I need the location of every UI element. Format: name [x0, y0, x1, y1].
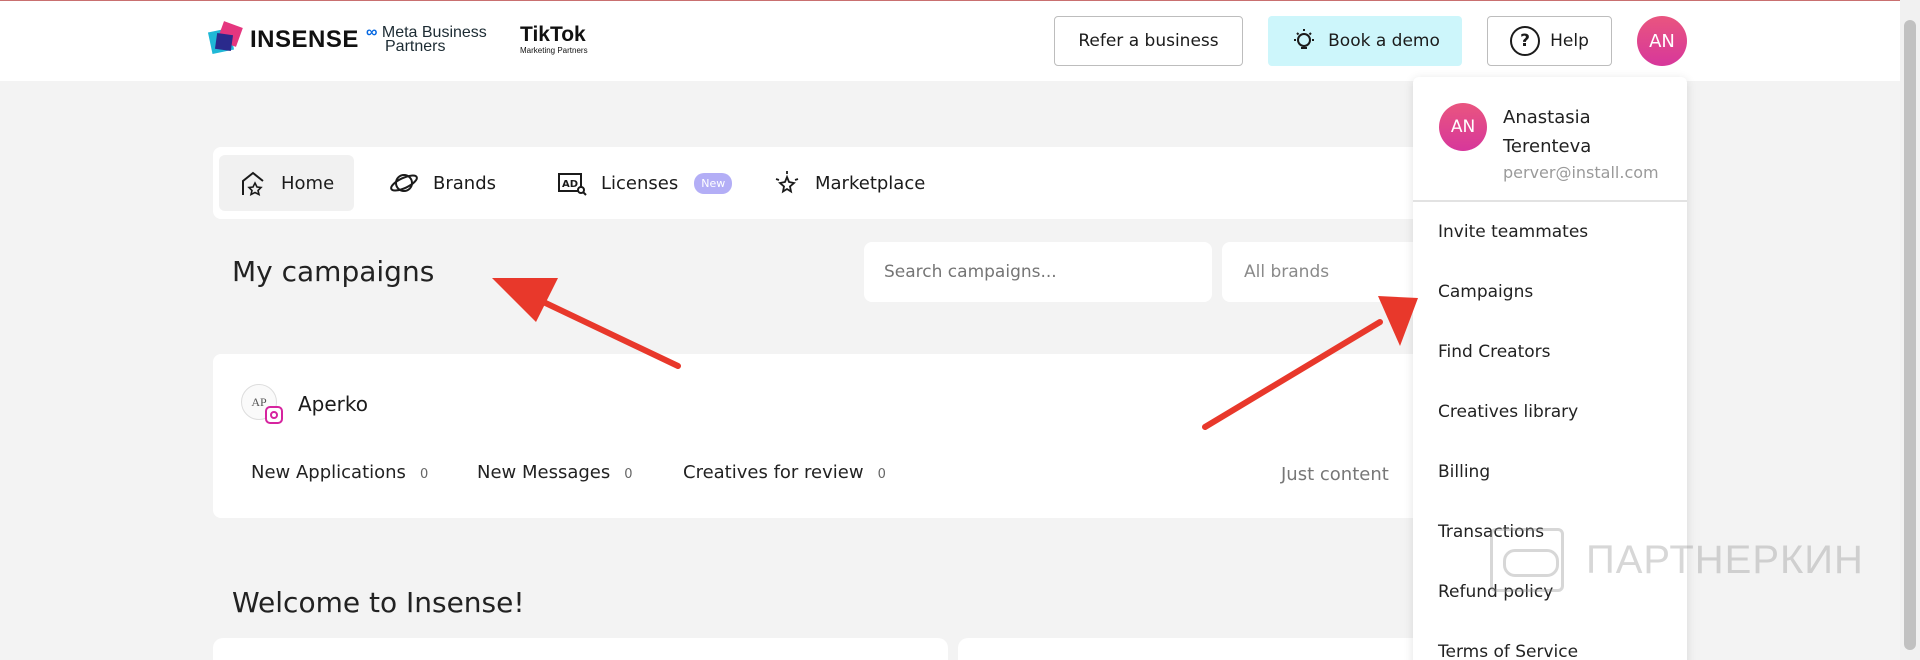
book-demo-label: Book a demo — [1328, 31, 1440, 51]
sparkle-icon — [775, 171, 799, 194]
help-label: Help — [1550, 31, 1589, 51]
meta-infinity-icon: ∞ — [366, 24, 378, 41]
watermark: ПАРТНЕРКИН — [1490, 528, 1864, 592]
svg-text:AD: AD — [562, 179, 578, 190]
lightbulb-icon — [1294, 29, 1315, 49]
tiktok-logo-subtext: Marketing Partners — [520, 46, 588, 55]
stat-new-applications[interactable]: New Applications 0 — [251, 462, 428, 483]
stat-count: 0 — [877, 467, 886, 482]
menu-item-invite-teammates[interactable]: Invite teammates — [1438, 222, 1588, 242]
stat-label: New Applications — [251, 462, 406, 483]
refer-business-label: Refer a business — [1078, 31, 1219, 51]
book-demo-button[interactable]: Book a demo — [1268, 16, 1462, 66]
nav-item-home[interactable]: Home — [219, 155, 355, 211]
help-button[interactable]: ? Help — [1487, 16, 1612, 66]
nav-item-marketplace[interactable]: Marketplace — [753, 155, 945, 211]
nav-item-brands-label: Brands — [433, 172, 496, 194]
stat-new-messages[interactable]: New Messages 0 — [477, 462, 633, 483]
tiktok-logo-text: TikTok — [520, 23, 586, 46]
dropdown-divider — [1413, 200, 1687, 202]
menu-item-find-creators[interactable]: Find Creators — [1438, 342, 1551, 362]
menu-item-terms-of-service[interactable]: Terms of Service — [1438, 642, 1578, 660]
stat-count: 0 — [624, 467, 633, 482]
menu-item-creatives-library[interactable]: Creatives library — [1438, 402, 1578, 422]
page-title: My campaigns — [232, 255, 435, 288]
nav-item-licenses-label: Licenses — [601, 172, 679, 194]
brands-filter-select[interactable]: All brands — [1222, 242, 1422, 302]
new-badge: New — [694, 172, 733, 194]
meta-partners-line2: Partners — [385, 38, 446, 55]
search-campaigns-input[interactable] — [864, 242, 1212, 302]
ad-license-icon: AD — [558, 173, 587, 196]
watermark-text: ПАРТНЕРКИН — [1586, 537, 1864, 582]
stat-label: Creatives for review — [683, 462, 864, 483]
dropdown-avatar: AN — [1439, 103, 1487, 151]
nav-item-home-label: Home — [281, 172, 335, 194]
instagram-icon — [265, 406, 283, 424]
nav-item-brands[interactable]: Brands — [369, 155, 516, 211]
page-scrollbar[interactable] — [1900, 0, 1920, 660]
home-star-icon — [242, 171, 264, 196]
user-avatar-button[interactable]: AN — [1637, 16, 1687, 66]
insense-logo-text: INSENSE — [250, 26, 359, 53]
planet-icon — [390, 174, 418, 192]
campaign-card[interactable]: AP Aperko New Applications 0 New Messages… — [213, 354, 1443, 518]
campaign-type: Just content — [1281, 464, 1389, 485]
menu-item-campaigns[interactable]: Campaigns — [1438, 282, 1533, 302]
stat-label: New Messages — [477, 462, 611, 483]
welcome-card — [958, 638, 1443, 660]
scrollbar-thumb[interactable] — [1904, 20, 1916, 650]
main-nav: Home Brands AD Licenses New Marketplace — [213, 147, 1443, 219]
arrow-to-title — [492, 278, 681, 369]
tiktok-partners-logo: TikTok Marketing Partners — [520, 23, 588, 56]
account-name: Anastasia Terenteva — [1503, 107, 1592, 157]
stat-count: 0 — [419, 467, 429, 482]
refer-business-button[interactable]: Refer a business — [1054, 16, 1243, 66]
nav-item-licenses[interactable]: AD Licenses New — [537, 155, 752, 211]
meta-partners-logo: ∞ Meta Business Partners — [366, 24, 487, 55]
account-email: perver@install.com — [1503, 163, 1659, 182]
stat-creatives-for-review[interactable]: Creatives for review 0 — [683, 462, 886, 483]
insense-logo-icon — [207, 21, 243, 56]
welcome-title: Welcome to Insense! — [232, 586, 525, 619]
help-question-icon: ? — [1510, 26, 1541, 56]
welcome-card — [213, 638, 948, 660]
campaign-brand-name: Aperko — [298, 392, 369, 416]
insense-logo[interactable]: INSENSE — [207, 21, 359, 56]
menu-item-billing[interactable]: Billing — [1438, 462, 1490, 482]
watermark-icon — [1490, 528, 1564, 592]
nav-item-marketplace-label: Marketplace — [815, 172, 926, 194]
welcome-cards — [213, 638, 1443, 660]
